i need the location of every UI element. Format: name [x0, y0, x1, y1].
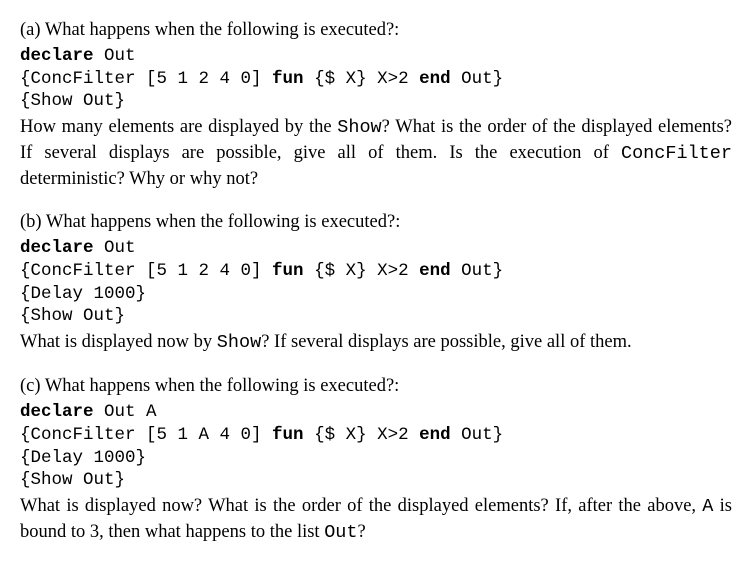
kw-declare: declare: [20, 402, 94, 422]
question-text-a: How many elements are displayed by the S…: [20, 115, 732, 192]
label-a: (a): [20, 20, 41, 40]
question-c: (c) What happens when the following is e…: [20, 374, 732, 546]
code-b: declare Out {ConcFilter [5 1 2 4 0] fun …: [20, 237, 732, 328]
question-b: (b) What happens when the following is e…: [20, 210, 732, 356]
label-c: (c): [20, 376, 41, 396]
question-a: (a) What happens when the following is e…: [20, 18, 732, 192]
question-text-b: What is displayed now by Show? If severa…: [20, 330, 732, 356]
kw-end: end: [419, 425, 451, 445]
kw-fun: fun: [272, 69, 304, 89]
kw-end: end: [419, 261, 451, 281]
code-c: declare Out A {ConcFilter [5 1 A 4 0] fu…: [20, 401, 732, 492]
kw-end: end: [419, 69, 451, 89]
question-text-c: What is displayed now? What is the order…: [20, 494, 732, 546]
label-b: (b): [20, 212, 42, 232]
prompt-a: What happens when the following is execu…: [41, 20, 400, 40]
prompt-b: What happens when the following is execu…: [42, 212, 401, 232]
kw-declare: declare: [20, 238, 94, 258]
code-a: declare Out {ConcFilter [5 1 2 4 0] fun …: [20, 45, 732, 113]
kw-declare: declare: [20, 46, 94, 66]
kw-fun: fun: [272, 425, 304, 445]
kw-fun: fun: [272, 261, 304, 281]
prompt-c: What happens when the following is execu…: [41, 376, 400, 396]
